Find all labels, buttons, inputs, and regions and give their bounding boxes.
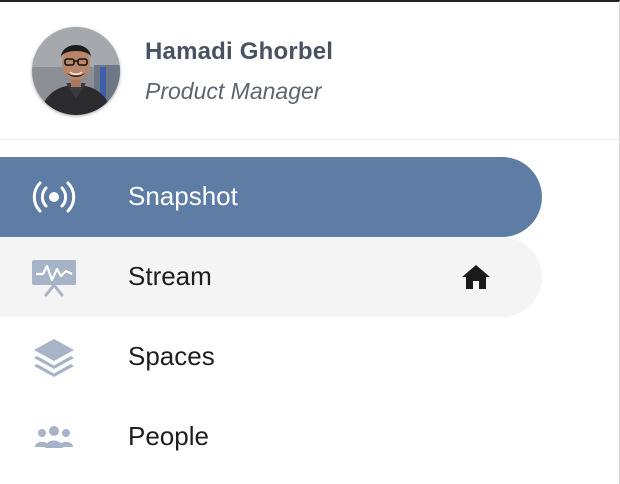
monitor-pulse-icon bbox=[30, 257, 78, 297]
nav-item-snapshot[interactable]: Snapshot bbox=[0, 157, 542, 237]
nav-label-stream: Stream bbox=[128, 261, 212, 291]
nav-item-people[interactable]: People bbox=[0, 397, 542, 477]
user-role: Product Manager bbox=[145, 78, 322, 104]
avatar-photo-icon bbox=[32, 27, 120, 115]
avatar[interactable] bbox=[32, 27, 120, 115]
nav-label-spaces: Spaces bbox=[128, 341, 215, 371]
nav-menu: Snapshot Stream Spaces People bbox=[0, 157, 619, 477]
nav-item-stream[interactable]: Stream bbox=[0, 237, 542, 317]
sidebar-panel: Hamadi Ghorbel Product Manager Snapshot bbox=[0, 0, 620, 484]
nav-label-snapshot: Snapshot bbox=[128, 181, 238, 211]
nav-item-spaces[interactable]: Spaces bbox=[0, 317, 542, 397]
layers-icon bbox=[30, 337, 78, 377]
user-profile: Hamadi Ghorbel Product Manager bbox=[0, 2, 619, 140]
user-name: Hamadi Ghorbel bbox=[145, 38, 334, 65]
people-icon bbox=[30, 417, 78, 457]
broadcast-icon bbox=[30, 177, 78, 217]
home-icon[interactable] bbox=[460, 262, 492, 292]
nav-label-people: People bbox=[128, 421, 209, 451]
